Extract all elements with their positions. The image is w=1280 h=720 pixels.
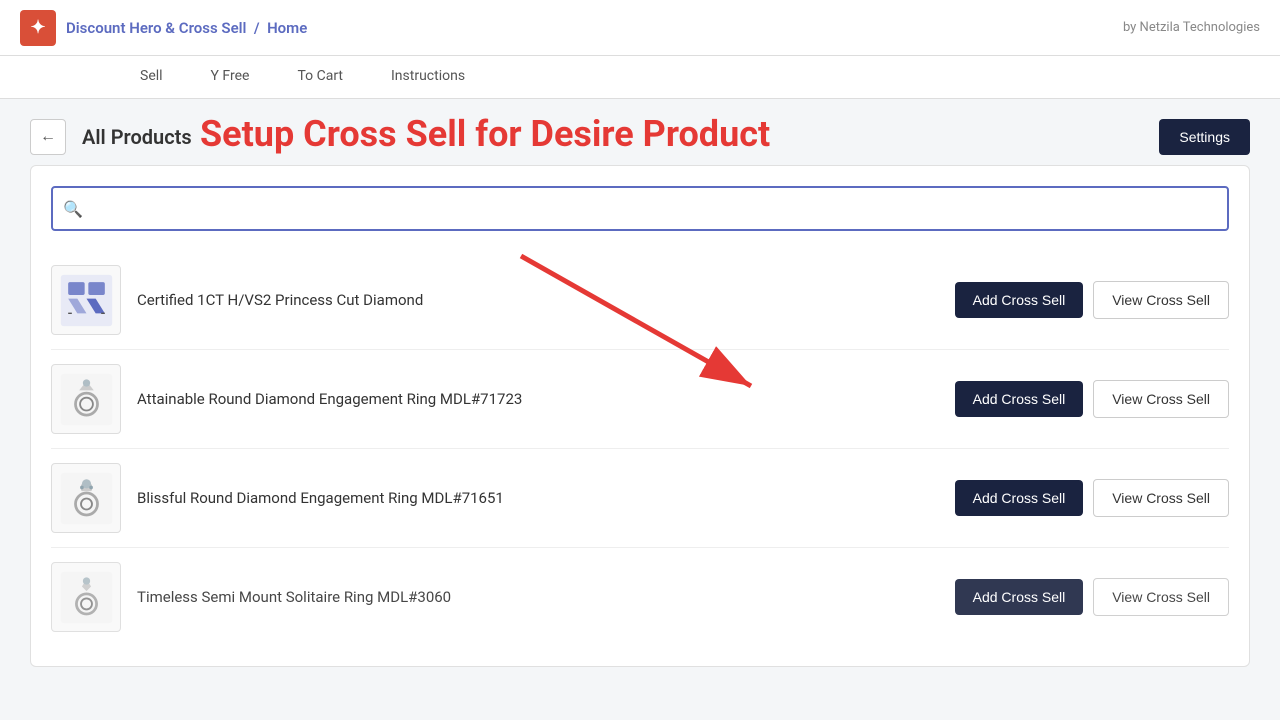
product-actions-3: Add Cross Sell View Cross Sell — [955, 479, 1229, 517]
page-title: All Products — [82, 125, 192, 149]
annotation-text: Setup Cross Sell for Desire Product — [200, 113, 770, 155]
back-button[interactable]: ← — [30, 119, 66, 155]
logo-icon: ✦ — [20, 10, 56, 46]
product-name-3: Blissful Round Diamond Engagement Ring M… — [137, 489, 939, 507]
add-cross-sell-button-1[interactable]: Add Cross Sell — [955, 282, 1084, 318]
table-row: Attainable Round Diamond Engagement Ring… — [51, 350, 1229, 449]
product-image-4 — [51, 562, 121, 632]
view-cross-sell-button-1[interactable]: View Cross Sell — [1093, 281, 1229, 319]
tab-to-cart[interactable]: To Cart — [273, 56, 367, 98]
logo-area: ✦ Discount Hero & Cross Sell / Home — [20, 10, 307, 46]
page-header: ← All Products Setup Cross Sell for Desi… — [0, 99, 1280, 165]
product-actions-2: Add Cross Sell View Cross Sell — [955, 380, 1229, 418]
app-header: ✦ Discount Hero & Cross Sell / Home by N… — [0, 0, 1280, 56]
tab-1[interactable] — [20, 56, 68, 98]
logo-symbol: ✦ — [30, 17, 45, 38]
add-cross-sell-button-2[interactable]: Add Cross Sell — [955, 381, 1084, 417]
tab-2[interactable] — [68, 56, 116, 98]
table-row: Timeless Semi Mount Solitaire Ring MDL#3… — [51, 548, 1229, 646]
product-actions-4: Add Cross Sell View Cross Sell — [955, 578, 1229, 616]
product-actions-1: Add Cross Sell View Cross Sell — [955, 281, 1229, 319]
ring1-icon — [59, 372, 114, 427]
separator: / — [254, 19, 260, 37]
product-image-1 — [51, 265, 121, 335]
home-link[interactable]: Home — [267, 19, 307, 37]
diamond-icon — [59, 273, 114, 328]
product-image-2 — [51, 364, 121, 434]
ring3-icon — [59, 570, 114, 625]
product-name-4: Timeless Semi Mount Solitaire Ring MDL#3… — [137, 588, 939, 606]
tab-sell[interactable]: Sell — [116, 56, 187, 98]
ring2-icon — [59, 471, 114, 526]
table-row: Certified 1CT H/VS2 Princess Cut Diamond… — [51, 251, 1229, 350]
search-icon: 🔍 — [63, 199, 83, 218]
product-image-3 — [51, 463, 121, 533]
app-title: Discount Hero & Cross Sell / Home — [66, 19, 307, 37]
add-cross-sell-button-4[interactable]: Add Cross Sell — [955, 579, 1084, 615]
view-cross-sell-button-3[interactable]: View Cross Sell — [1093, 479, 1229, 517]
product-name-2: Attainable Round Diamond Engagement Ring… — [137, 390, 939, 408]
tab-instructions[interactable]: Instructions — [367, 56, 489, 98]
view-cross-sell-button-2[interactable]: View Cross Sell — [1093, 380, 1229, 418]
table-row: Blissful Round Diamond Engagement Ring M… — [51, 449, 1229, 548]
view-cross-sell-button-4[interactable]: View Cross Sell — [1093, 578, 1229, 616]
settings-button[interactable]: Settings — [1159, 119, 1250, 155]
app-name: Discount Hero & Cross Sell — [66, 19, 246, 37]
product-name-1: Certified 1CT H/VS2 Princess Cut Diamond — [137, 291, 939, 309]
add-cross-sell-button-3[interactable]: Add Cross Sell — [955, 480, 1084, 516]
nav-tabs: Sell Y Free To Cart Instructions — [0, 56, 1280, 99]
tab-y-free[interactable]: Y Free — [187, 56, 274, 98]
search-input[interactable] — [51, 186, 1229, 231]
by-text: by Netzila Technologies — [1123, 20, 1260, 35]
main-content: 🔍 Certified 1CT H/VS2 Princess Cut Diamo… — [30, 165, 1250, 667]
product-list: Certified 1CT H/VS2 Princess Cut Diamond… — [51, 251, 1229, 646]
search-container: 🔍 — [51, 186, 1229, 231]
